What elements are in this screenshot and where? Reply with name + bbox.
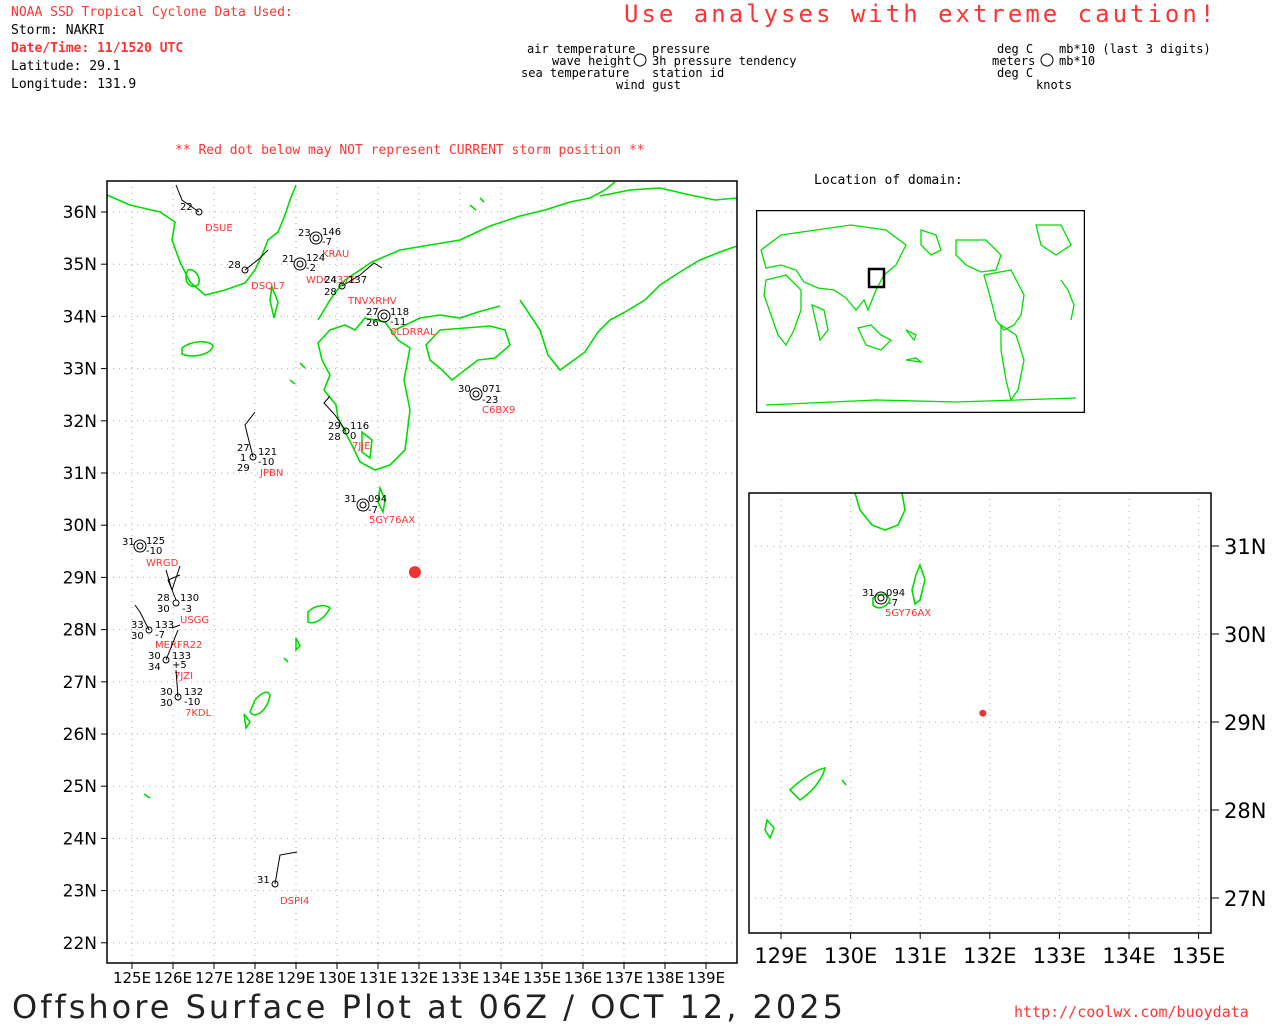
lon-label: 135E bbox=[1172, 944, 1225, 968]
plot-title: Offshore Surface Plot at 06Z / OCT 12, 2… bbox=[12, 988, 846, 1026]
zoom-map-coastline bbox=[764, 492, 926, 840]
lon-label: 134E bbox=[1102, 944, 1155, 968]
lat-label: 31N bbox=[1224, 535, 1266, 559]
source-url[interactable]: http://coolwx.com/buoydata bbox=[1014, 1003, 1249, 1021]
lat-label: 30N bbox=[1224, 623, 1266, 647]
lon-label: 130E bbox=[824, 944, 877, 968]
svg-text:5GY76AX: 5GY76AX bbox=[885, 608, 931, 619]
zoom-map-lat-labels: 31N 30N 29N 28N 27N bbox=[1211, 535, 1266, 911]
lon-label: 131E bbox=[894, 944, 947, 968]
lat-label: 29N bbox=[1224, 711, 1266, 735]
lon-label: 133E bbox=[1033, 944, 1086, 968]
lat-label: 27N bbox=[1224, 887, 1266, 911]
lon-label: 129E bbox=[754, 944, 807, 968]
lat-label: 28N bbox=[1224, 799, 1266, 823]
zoom-map: 129E 130E 131E 132E 133E 134E 135E 31N 30N 29N 28… bbox=[748, 492, 1266, 968]
svg-text:31: 31 bbox=[862, 588, 875, 599]
lon-label: 132E bbox=[963, 944, 1016, 968]
zoom-map-lon-labels: 129E 130E 131E 132E 133E 134E 135E bbox=[754, 933, 1225, 968]
zoom-storm-position-dot bbox=[979, 709, 987, 717]
